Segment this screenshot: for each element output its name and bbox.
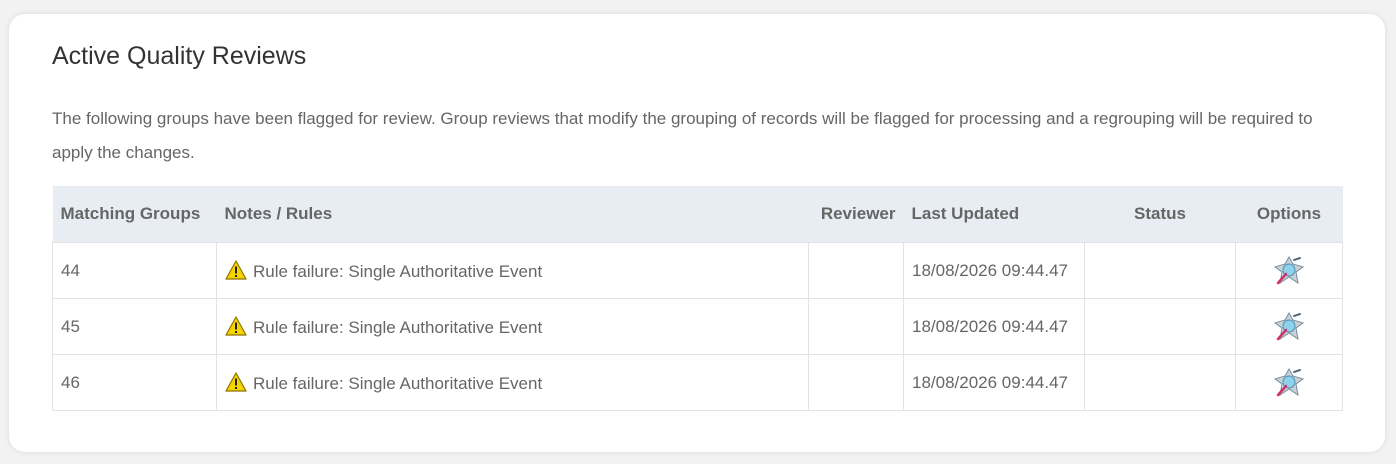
note-text: Rule failure: Single Authoritative Event <box>253 317 543 337</box>
quality-reviews-panel: Active Quality Reviews The following gro… <box>9 14 1385 452</box>
options-cell <box>1235 354 1343 411</box>
matching-group-cell: 44 <box>52 242 217 299</box>
review-tool-icon[interactable] <box>1272 310 1306 344</box>
reviewer-cell <box>808 242 904 299</box>
last-updated-cell: 18/08/2026 09:44.47 <box>903 242 1085 299</box>
reviewer-cell <box>808 298 904 355</box>
notes-cell: Rule failure: Single Authoritative Event <box>216 242 809 299</box>
status-cell <box>1084 242 1236 299</box>
last-updated-cell: 18/08/2026 09:44.47 <box>903 298 1085 355</box>
table-header-row: Matching Groups Notes / Rules Reviewer L… <box>52 186 1343 243</box>
column-header-status[interactable]: Status <box>1084 186 1236 243</box>
options-cell <box>1235 298 1343 355</box>
status-cell <box>1084 298 1236 355</box>
status-cell <box>1084 354 1236 411</box>
column-header-options: Options <box>1235 186 1343 243</box>
warning-icon <box>225 259 247 280</box>
reviewer-cell <box>808 354 904 411</box>
column-header-reviewer[interactable]: Reviewer <box>808 186 904 243</box>
note-text: Rule failure: Single Authoritative Event <box>253 261 543 281</box>
matching-group-cell: 46 <box>52 354 217 411</box>
warning-icon <box>225 371 247 392</box>
notes-cell: Rule failure: Single Authoritative Event <box>216 298 809 355</box>
note-text: Rule failure: Single Authoritative Event <box>253 373 543 393</box>
matching-group-cell: 45 <box>52 298 217 355</box>
review-tool-icon[interactable] <box>1272 254 1306 288</box>
column-header-matching-groups[interactable]: Matching Groups <box>52 186 217 243</box>
panel-description: The following groups have been flagged f… <box>52 109 1313 162</box>
options-cell <box>1235 242 1343 299</box>
reviews-table: Matching Groups Notes / Rules Reviewer L… <box>52 186 1343 411</box>
column-header-notes-rules[interactable]: Notes / Rules <box>216 186 809 243</box>
table-row[interactable]: 46 Rule failure: Single Authoritative Ev… <box>52 354 1343 411</box>
column-header-last-updated[interactable]: Last Updated <box>903 186 1085 243</box>
review-tool-icon[interactable] <box>1272 366 1306 400</box>
warning-icon <box>225 315 247 336</box>
last-updated-cell: 18/08/2026 09:44.47 <box>903 354 1085 411</box>
table-row[interactable]: 44 Rule failure: Single Authoritative Ev… <box>52 242 1343 299</box>
page-title: Active Quality Reviews <box>52 42 307 70</box>
table-row[interactable]: 45 Rule failure: Single Authoritative Ev… <box>52 298 1343 355</box>
notes-cell: Rule failure: Single Authoritative Event <box>216 354 809 411</box>
